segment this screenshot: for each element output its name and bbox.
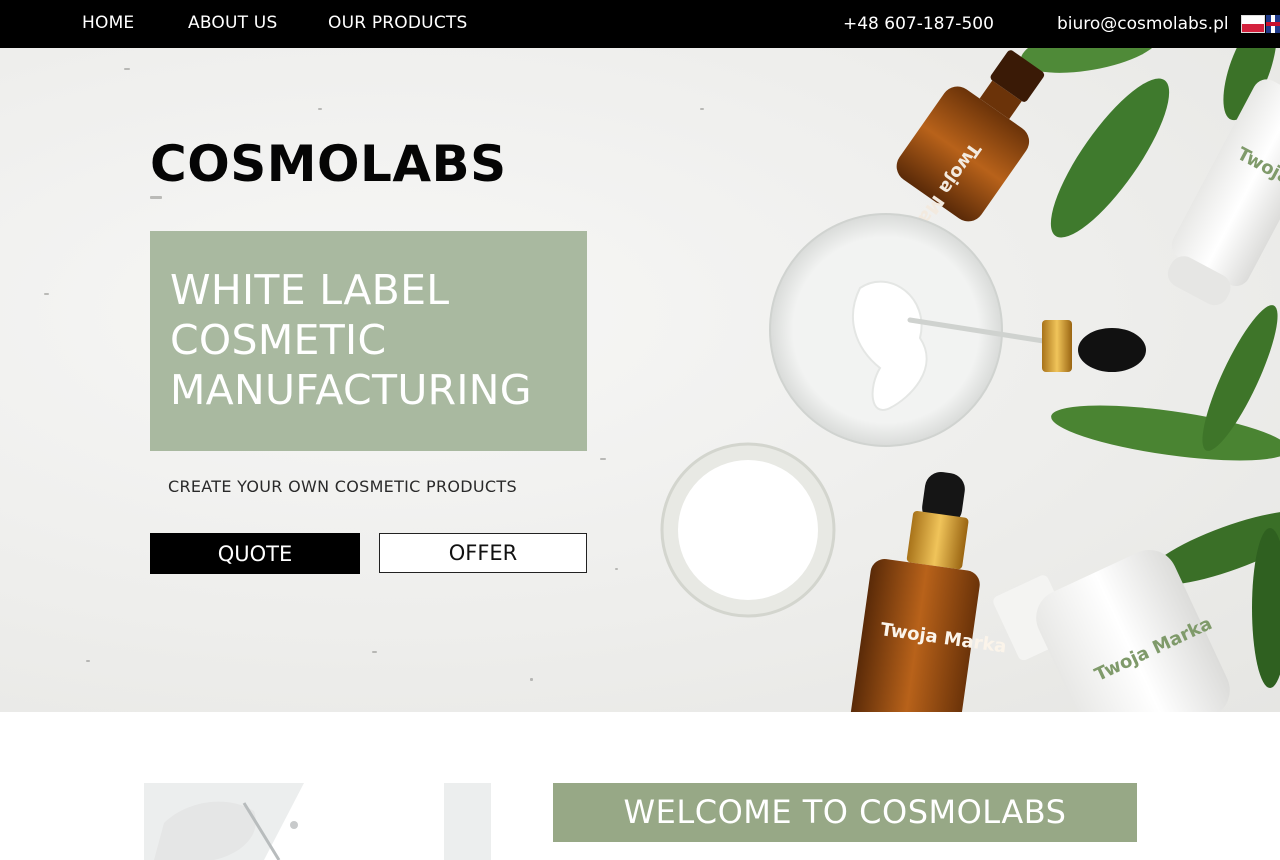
welcome-banner: WELCOME TO COSMOLABS xyxy=(553,783,1137,842)
marble-speck xyxy=(530,678,533,681)
hero-subtitle: CREATE YOUR OWN COSMETIC PRODUCTS xyxy=(168,477,517,496)
marble-speck xyxy=(318,108,322,110)
marble-speck xyxy=(86,660,90,662)
cosmetic-products-image: Twoja Marka Twoja Marka Twoja Marka xyxy=(660,48,1280,712)
dropper-cap xyxy=(1042,320,1146,372)
uk-flag-icon[interactable] xyxy=(1266,15,1280,33)
email-address[interactable]: biuro@cosmolabs.pl xyxy=(1057,14,1229,34)
petri-dish xyxy=(769,213,1053,447)
top-navigation-bar: HOME ABOUT US OUR PRODUCTS +48 607-187-5… xyxy=(0,0,1280,48)
marble-speck xyxy=(372,651,377,653)
white-tube-top: Twoja Marka xyxy=(1167,79,1280,306)
gloved-hand-image xyxy=(144,783,491,860)
quote-button[interactable]: QUOTE xyxy=(150,533,360,574)
marble-speck xyxy=(600,458,606,460)
phone-number[interactable]: +48 607-187-500 xyxy=(843,14,994,34)
offer-button[interactable]: OFFER xyxy=(379,533,587,573)
marble-speck xyxy=(615,568,618,570)
tagline-box: WHITE LABEL COSMETIC MANUFACTURING xyxy=(150,231,587,451)
hero-tagline: WHITE LABEL COSMETIC MANUFACTURING xyxy=(170,266,532,414)
brand-title: COSMOLABS xyxy=(150,135,507,193)
lab-worker-photo xyxy=(144,783,491,860)
amber-dropper-bottle: Twoja Marka xyxy=(850,472,1008,712)
welcome-title: WELCOME TO COSMOLABS xyxy=(623,793,1067,831)
nav-our-products-link[interactable]: OUR PRODUCTS xyxy=(328,13,467,33)
marble-speck xyxy=(44,293,49,295)
nav-home-link[interactable]: HOME xyxy=(82,13,134,33)
nav-about-us-link[interactable]: ABOUT US xyxy=(188,13,277,33)
marble-speck xyxy=(124,68,130,70)
pl-flag-icon[interactable] xyxy=(1241,15,1265,33)
marble-speck xyxy=(150,196,162,199)
cream-jar xyxy=(660,442,836,618)
hero-banner: COSMOLABS WHITE LABEL COSMETIC MANUFACTU… xyxy=(0,48,1280,712)
